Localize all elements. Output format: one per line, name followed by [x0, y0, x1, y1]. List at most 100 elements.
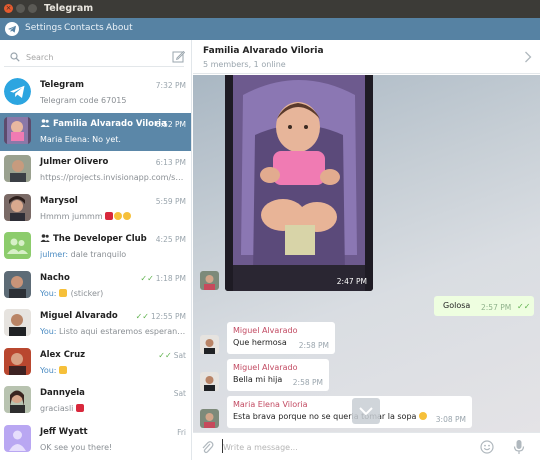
- person-photo-icon: [4, 386, 31, 413]
- chat-preview: You:: [40, 365, 186, 375]
- group-avatar-icon: [4, 232, 31, 259]
- chat-time: ✓✓ Sat: [158, 350, 186, 360]
- conversation-header[interactable]: Familia Alvarado Viloria 5 members, 1 on…: [193, 40, 540, 74]
- maximize-window-button[interactable]: [28, 4, 37, 13]
- chat-preview: Maria Elena: No yet.: [40, 134, 121, 144]
- message-text: Golosa: [443, 301, 471, 310]
- read-checkmarks-icon: ✓✓: [158, 350, 172, 360]
- chat-name: Familia Alvarado Viloria: [40, 119, 167, 129]
- person-photo-icon: [200, 335, 219, 354]
- person-photo-icon: [200, 372, 219, 391]
- microphone-icon[interactable]: [513, 439, 525, 455]
- person-photo-icon: [4, 309, 31, 336]
- chat-preview: Hmmm jummm: [40, 211, 186, 221]
- chat-name: The Developer Club: [40, 234, 147, 244]
- chat-item-the-developer-club[interactable]: The Developer Club 4:25 PM julmer: dale …: [0, 228, 191, 267]
- window-title: Telegram: [44, 3, 94, 14]
- paperclip-icon[interactable]: [200, 440, 214, 454]
- chevron-down-icon: [359, 407, 373, 416]
- avatar: [4, 116, 31, 144]
- incoming-message[interactable]: Maria Elena Viloria Esta brava porque no…: [227, 396, 472, 428]
- menu-contacts[interactable]: Contacts: [64, 23, 104, 33]
- chat-item-julmer-olivero[interactable]: Julmer Olivero 6:13 PM https://projects.…: [0, 151, 191, 190]
- read-checkmarks-icon: ✓✓: [135, 312, 149, 321]
- sender-avatar[interactable]: [200, 372, 219, 391]
- chat-time: Sat: [173, 389, 186, 398]
- chat-name: Jeff Wyatt: [40, 426, 88, 437]
- message-composer: [193, 432, 540, 460]
- chat-item-familia-alvarado-viloria[interactable]: Familia Alvarado Viloria 6:52 PM Maria E…: [0, 112, 191, 151]
- minimize-window-button[interactable]: [16, 4, 25, 13]
- chat-name: Alex Cruz: [40, 349, 86, 360]
- menu-settings[interactable]: Settings: [25, 23, 62, 33]
- kiss-emoji-icon: [123, 211, 132, 220]
- group-icon: [40, 118, 50, 127]
- search-bar: [4, 47, 185, 67]
- person-photo-icon: [4, 347, 31, 375]
- chat-preview: You: (sticker): [40, 288, 104, 298]
- chat-preview: Telegram code 67015: [40, 96, 127, 105]
- chat-time: 7:32 PM: [155, 81, 186, 90]
- avatar: [4, 386, 31, 413]
- message-time: 2:58 PM: [298, 341, 329, 350]
- search-input[interactable]: [26, 51, 166, 63]
- emoji-icon[interactable]: [480, 440, 494, 454]
- chat-item-alex-cruz[interactable]: Alex Cruz ✓✓ Sat You:: [0, 344, 191, 383]
- outgoing-message[interactable]: Golosa 2:57 PM ✓✓: [434, 296, 534, 316]
- chat-time: 6:13 PM: [155, 158, 186, 167]
- chat-sidebar: Telegram 7:32 PM Telegram code 67015 Fam…: [0, 40, 192, 460]
- group-icon: [40, 234, 50, 242]
- avatar: [4, 270, 31, 298]
- close-window-button[interactable]: ×: [4, 4, 13, 13]
- avatar: [4, 155, 31, 182]
- scroll-to-bottom-button[interactable]: [352, 398, 380, 424]
- message-text: Esta brava porque no se queria tomar la …: [233, 412, 466, 421]
- thumbs-up-icon: [59, 288, 68, 297]
- sender-avatar[interactable]: [200, 409, 219, 428]
- chat-preview: https://projects.invisionapp.com/sh...: [40, 173, 186, 182]
- chat-time: ✓✓ 1:18 PM: [140, 273, 186, 283]
- user-placeholder-icon: [4, 424, 31, 452]
- chat-preview: julmer: dale tranquilo: [40, 250, 127, 259]
- chat-item-miguel-alvarado[interactable]: Miguel Alvarado ✓✓ 12:55 PM You: Listo aq…: [0, 305, 191, 344]
- chat-item-jeff-wyatt[interactable]: Jeff Wyatt Fri OK see you there!: [0, 421, 191, 460]
- incoming-message[interactable]: Miguel Alvarado Bella mi hija 2:58 PM: [227, 359, 329, 391]
- chevron-right-icon[interactable]: [524, 51, 532, 63]
- telegram-logo-icon: [5, 22, 19, 36]
- chat-preview: graciasli: [40, 404, 186, 413]
- avatar: [4, 424, 31, 452]
- chat-preview: You: Listo aqui estaremos esperando: [40, 327, 186, 336]
- read-checkmarks-icon: ✓✓: [517, 302, 531, 311]
- incoming-message[interactable]: Miguel Alvarado Que hermosa 2:58 PM: [227, 322, 335, 354]
- chat-time: 4:25 PM: [155, 235, 186, 244]
- thumbs-up-icon: [59, 365, 68, 374]
- chat-preview: OK see you there!: [40, 442, 113, 452]
- compose-icon[interactable]: [172, 50, 185, 63]
- person-photo-icon: [4, 270, 31, 298]
- avatar: [4, 193, 31, 221]
- chat-item-marysol[interactable]: Marysol 5:59 PM Hmmm jummm: [0, 190, 191, 229]
- angry-face-emoji-icon: [418, 412, 427, 420]
- message-sender[interactable]: Maria Elena Viloria: [233, 400, 466, 409]
- chat-item-nacho[interactable]: Nacho ✓✓ 1:18 PM You: (sticker): [0, 267, 191, 306]
- avatar: [4, 78, 31, 105]
- sender-avatar[interactable]: [200, 335, 219, 354]
- chat-name: Nacho: [40, 272, 70, 283]
- menu-about[interactable]: About: [106, 23, 133, 33]
- baby-photo-icon: [4, 116, 31, 144]
- chat-item-telegram[interactable]: Telegram 7:32 PM Telegram code 67015: [0, 74, 191, 113]
- photo-message[interactable]: 2:47 PM: [225, 75, 373, 291]
- message-time: 2:58 PM: [292, 378, 323, 387]
- chat-time: 5:59 PM: [155, 196, 186, 206]
- person-photo-icon: [4, 155, 31, 182]
- avatar: [4, 232, 31, 259]
- avatar: [4, 347, 31, 375]
- message-sender[interactable]: Miguel Alvarado: [233, 363, 323, 372]
- chat-item-dannyela[interactable]: Dannyela Sat graciasli: [0, 382, 191, 421]
- chat-name: Marysol: [40, 195, 78, 206]
- read-checkmarks-icon: ✓✓: [140, 273, 154, 283]
- heart-icon: [105, 211, 114, 220]
- message-sender[interactable]: Miguel Alvarado: [233, 326, 329, 335]
- message-input[interactable]: [223, 440, 463, 454]
- sender-avatar[interactable]: [200, 271, 219, 290]
